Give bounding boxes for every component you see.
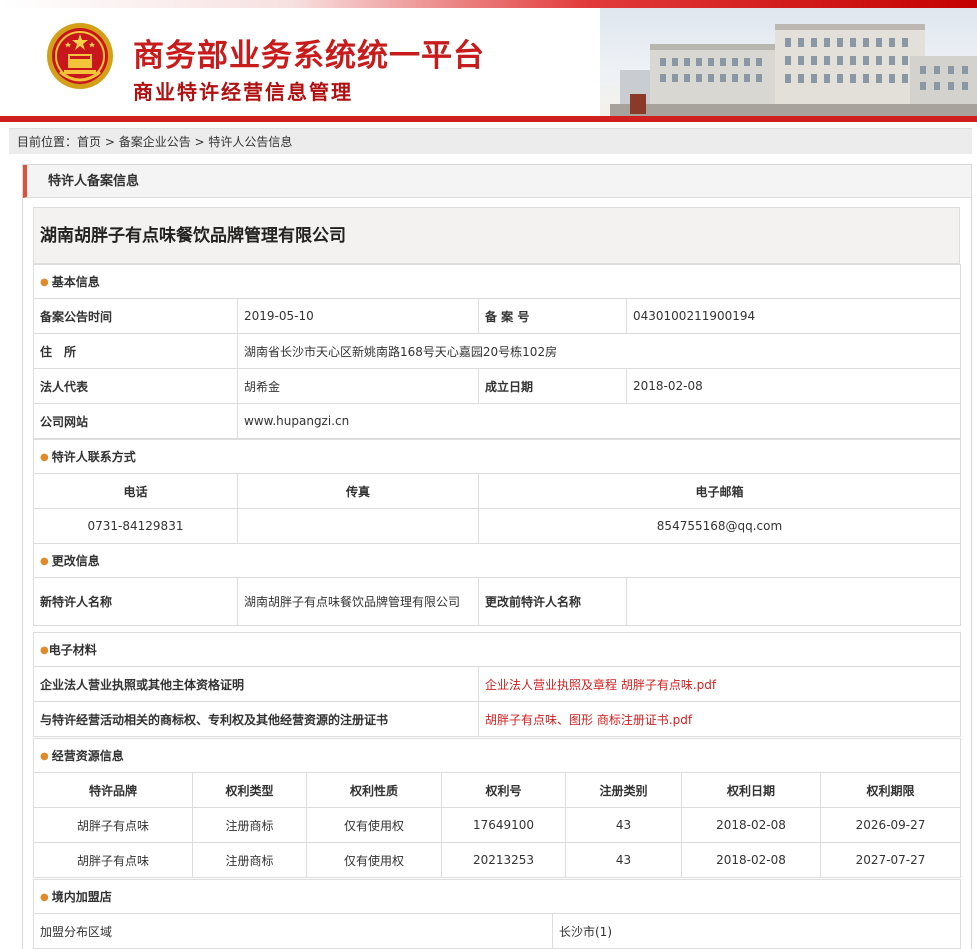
- website-value: www.hupangzi.cn: [237, 403, 961, 439]
- column-header: 特许品牌: [33, 772, 193, 808]
- column-header: 注册类别: [565, 772, 682, 808]
- address-label: 住 所: [33, 333, 238, 369]
- company-name: 湖南胡胖子有点味餐饮品牌管理有限公司: [33, 207, 960, 264]
- legal-rep-value: 胡希金: [237, 368, 479, 404]
- table-cell: 2026-09-27: [819, 807, 962, 843]
- breadcrumb-home[interactable]: 首页: [77, 135, 101, 149]
- breadcrumb-current: 特许人公告信息: [208, 135, 293, 149]
- table-cell: 17649100: [441, 807, 566, 843]
- old-name-value: [626, 577, 961, 626]
- new-name-value: 湖南胡胖子有点味餐饮品牌管理有限公司: [237, 577, 479, 626]
- filing-date-value: 2019-05-10: [237, 298, 479, 334]
- breadcrumb: 目前位置：首页 > 备案企业公告 > 特许人公告信息: [9, 128, 972, 154]
- section-materials: ●电子材料: [33, 632, 961, 667]
- section-change-info: ● 更改信息: [33, 543, 961, 578]
- email-value: 854755168@qq.com: [478, 508, 961, 544]
- table-cell: 仅有使用权: [306, 842, 442, 878]
- bullet-icon: ●: [40, 277, 49, 288]
- table-row: 胡胖子有点味 注册商标 仅有使用权 17649100 43 2018-02-08…: [33, 807, 962, 843]
- table-cell: 注册商标: [192, 842, 307, 878]
- section-contact: ● 特许人联系方式: [33, 439, 961, 474]
- fax-header: 传真: [237, 473, 479, 509]
- bullet-icon: ●: [40, 556, 49, 567]
- new-name-label: 新特许人名称: [33, 577, 238, 626]
- banner-bottom-stripe: [0, 116, 977, 122]
- table-cell: 胡胖子有点味: [33, 807, 193, 843]
- breadcrumb-prefix: 目前位置：: [17, 135, 78, 149]
- column-header: 权利日期: [681, 772, 821, 808]
- table-cell: 注册商标: [192, 807, 307, 843]
- header-banner: 商务部业务系统统一平台 商业特许经营信息管理: [0, 0, 977, 122]
- column-header: 权利类型: [192, 772, 307, 808]
- bullet-icon: ●: [40, 892, 49, 903]
- established-label: 成立日期: [478, 368, 627, 404]
- region-label: 加盟分布区域: [33, 913, 553, 949]
- fax-value: [237, 508, 479, 544]
- material-file-link[interactable]: 企业法人营业执照及章程 胡胖子有点味.pdf: [478, 666, 961, 702]
- ministry-building-image: [610, 24, 977, 116]
- table-cell: 2027-07-27: [819, 842, 962, 878]
- breadcrumb-separator: >: [190, 135, 209, 149]
- basic-info-table: ● 基本信息 备案公告时间 2019-05-10 备 案 号 0430100211…: [33, 264, 961, 439]
- filing-date-label: 备案公告时间: [33, 298, 238, 334]
- material-label: 企业法人营业执照或其他主体资格证明: [33, 666, 479, 702]
- section-basic-info: ● 基本信息: [33, 264, 961, 299]
- phone-header: 电话: [33, 473, 238, 509]
- stores-table: ● 境内加盟店 加盟分布区域 长沙市(1): [33, 879, 961, 949]
- table-cell: 20213253: [441, 842, 566, 878]
- materials-table: ●电子材料 企业法人营业执照或其他主体资格证明 企业法人营业执照及章程 胡胖子有…: [33, 632, 961, 737]
- panel-title: 特许人备案信息: [48, 174, 140, 189]
- old-name-label: 更改前特许人名称: [478, 577, 627, 626]
- column-header: 权利性质: [306, 772, 442, 808]
- legal-rep-label: 法人代表: [33, 368, 238, 404]
- panel-header: 特许人备案信息: [23, 165, 971, 198]
- national-emblem-icon: [47, 23, 113, 89]
- table-cell: 仅有使用权: [306, 807, 442, 843]
- filing-no-value: 0430100211900194: [626, 298, 961, 334]
- email-header: 电子邮箱: [478, 473, 961, 509]
- bullet-icon: ●: [40, 645, 49, 656]
- column-header: 权利期限: [819, 772, 962, 808]
- table-cell: 43: [565, 807, 682, 843]
- resources-table: ● 经营资源信息 特许品牌 权利类型 权利性质 权利号 注册类别 权利日期 权利期…: [32, 738, 962, 878]
- banner-top-stripe: [0, 0, 977, 8]
- contact-table: ● 特许人联系方式 电话 传真 电子邮箱 0731-84129831 854755…: [33, 439, 961, 544]
- table-row: 胡胖子有点味 注册商标 仅有使用权 20213253 43 2018-02-08…: [33, 842, 962, 878]
- address-value: 湖南省长沙市天心区新姚南路168号天心嘉园20号栋102房: [237, 333, 961, 369]
- material-label: 与特许经营活动相关的商标权、专利权及其他经营资源的注册证书: [33, 701, 479, 737]
- phone-value: 0731-84129831: [33, 508, 238, 544]
- section-stores: ● 境内加盟店: [33, 879, 961, 914]
- table-cell: 2018-02-08: [681, 807, 821, 843]
- site-title: 商务部业务系统统一平台: [133, 38, 485, 74]
- material-file-link[interactable]: 胡胖子有点味、图形 商标注册证书.pdf: [478, 701, 961, 737]
- breadcrumb-separator: >: [101, 135, 119, 149]
- column-header: 权利号: [441, 772, 566, 808]
- bullet-icon: ●: [40, 452, 49, 463]
- table-cell: 43: [565, 842, 682, 878]
- filing-no-label: 备 案 号: [478, 298, 627, 334]
- established-value: 2018-02-08: [626, 368, 961, 404]
- section-resources: ● 经营资源信息: [32, 738, 962, 773]
- resources-header-row: 特许品牌 权利类型 权利性质 权利号 注册类别 权利日期 权利期限: [33, 772, 962, 808]
- table-cell: 2018-02-08: [681, 842, 821, 878]
- table-cell: 胡胖子有点味: [33, 842, 193, 878]
- region-value: 长沙市(1): [552, 913, 961, 949]
- site-subtitle: 商业特许经营信息管理: [133, 80, 353, 104]
- website-label: 公司网站: [33, 403, 238, 439]
- change-info-table: ● 更改信息 新特许人名称 湖南胡胖子有点味餐饮品牌管理有限公司 更改前特许人名称: [33, 543, 961, 626]
- breadcrumb-filing-announcements[interactable]: 备案企业公告: [119, 135, 191, 149]
- bullet-icon: ●: [40, 751, 49, 762]
